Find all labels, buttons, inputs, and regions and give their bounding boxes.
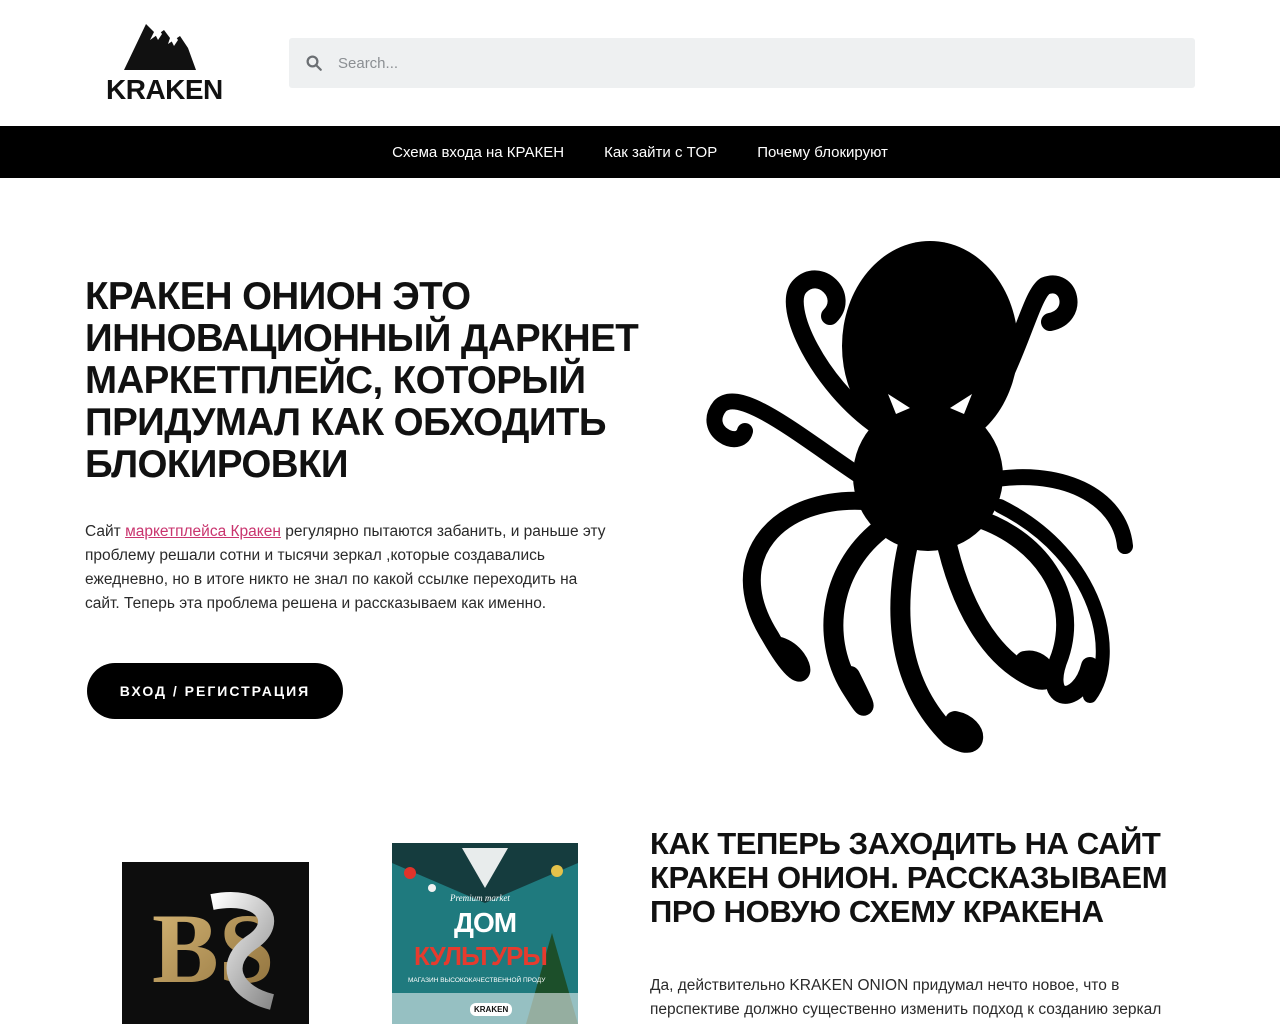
bs-card-image[interactable]: BS [122, 862, 309, 1024]
login-register-button[interactable]: ВХОД / РЕГИСТРАЦИЯ [87, 663, 343, 719]
nav-item-tor-access[interactable]: Как зайти с TOP [604, 144, 717, 161]
dom-script-text: Premium market [450, 893, 510, 903]
marketplace-link[interactable]: маркетплейса Кракен [125, 523, 281, 540]
search-icon [306, 55, 322, 71]
section2-description: Да, действительно KRAKEN ONION придумал … [650, 977, 1162, 1018]
logo-text: KRAKEN [106, 74, 223, 105]
hero-title: КРАКЕН ОНИОН ЭТО ИННОВАЦИОННЫЙ ДАРКНЕТ М… [85, 275, 639, 486]
bs-logo-icon: BS [152, 892, 274, 1010]
dom-kraken-badge: KRAKEN [470, 1003, 513, 1016]
dom-kultury-card-image[interactable]: Premium market ДОМ КУЛЬТУРЫ МАГАЗИН ВЫСО… [392, 843, 578, 1024]
dom-title-line2: КУЛЬТУРЫ [414, 941, 548, 971]
dom-subtitle: МАГАЗИН ВЫСОКОКАЧЕСТВЕННОЙ ПРОДУ [408, 977, 546, 984]
nav-item-entry-scheme[interactable]: Схема входа на КРАКЕН [392, 144, 564, 161]
dom-title-line1: ДОМ [454, 907, 517, 938]
nav-item-why-blocked[interactable]: Почему блокируют [757, 144, 888, 161]
main-nav: Схема входа на КРАКЕН Как зайти с TOP По… [0, 126, 1280, 178]
search-bar[interactable] [289, 38, 1195, 88]
kraken-logo[interactable]: KRAKEN [100, 18, 228, 105]
mountain-logo-icon [124, 24, 196, 70]
section2-title: КАК ТЕПЕРЬ ЗАХОДИТЬ НА САЙТ КРАКЕН ОНИОН… [650, 826, 1168, 929]
octopus-icon [706, 241, 1133, 753]
hero-description: Сайт маркетплейса Кракен регулярно пытаю… [85, 520, 615, 616]
search-input[interactable] [336, 43, 1156, 83]
site-header: KRAKEN [0, 0, 1280, 126]
hero-text-start: Сайт [85, 523, 126, 540]
